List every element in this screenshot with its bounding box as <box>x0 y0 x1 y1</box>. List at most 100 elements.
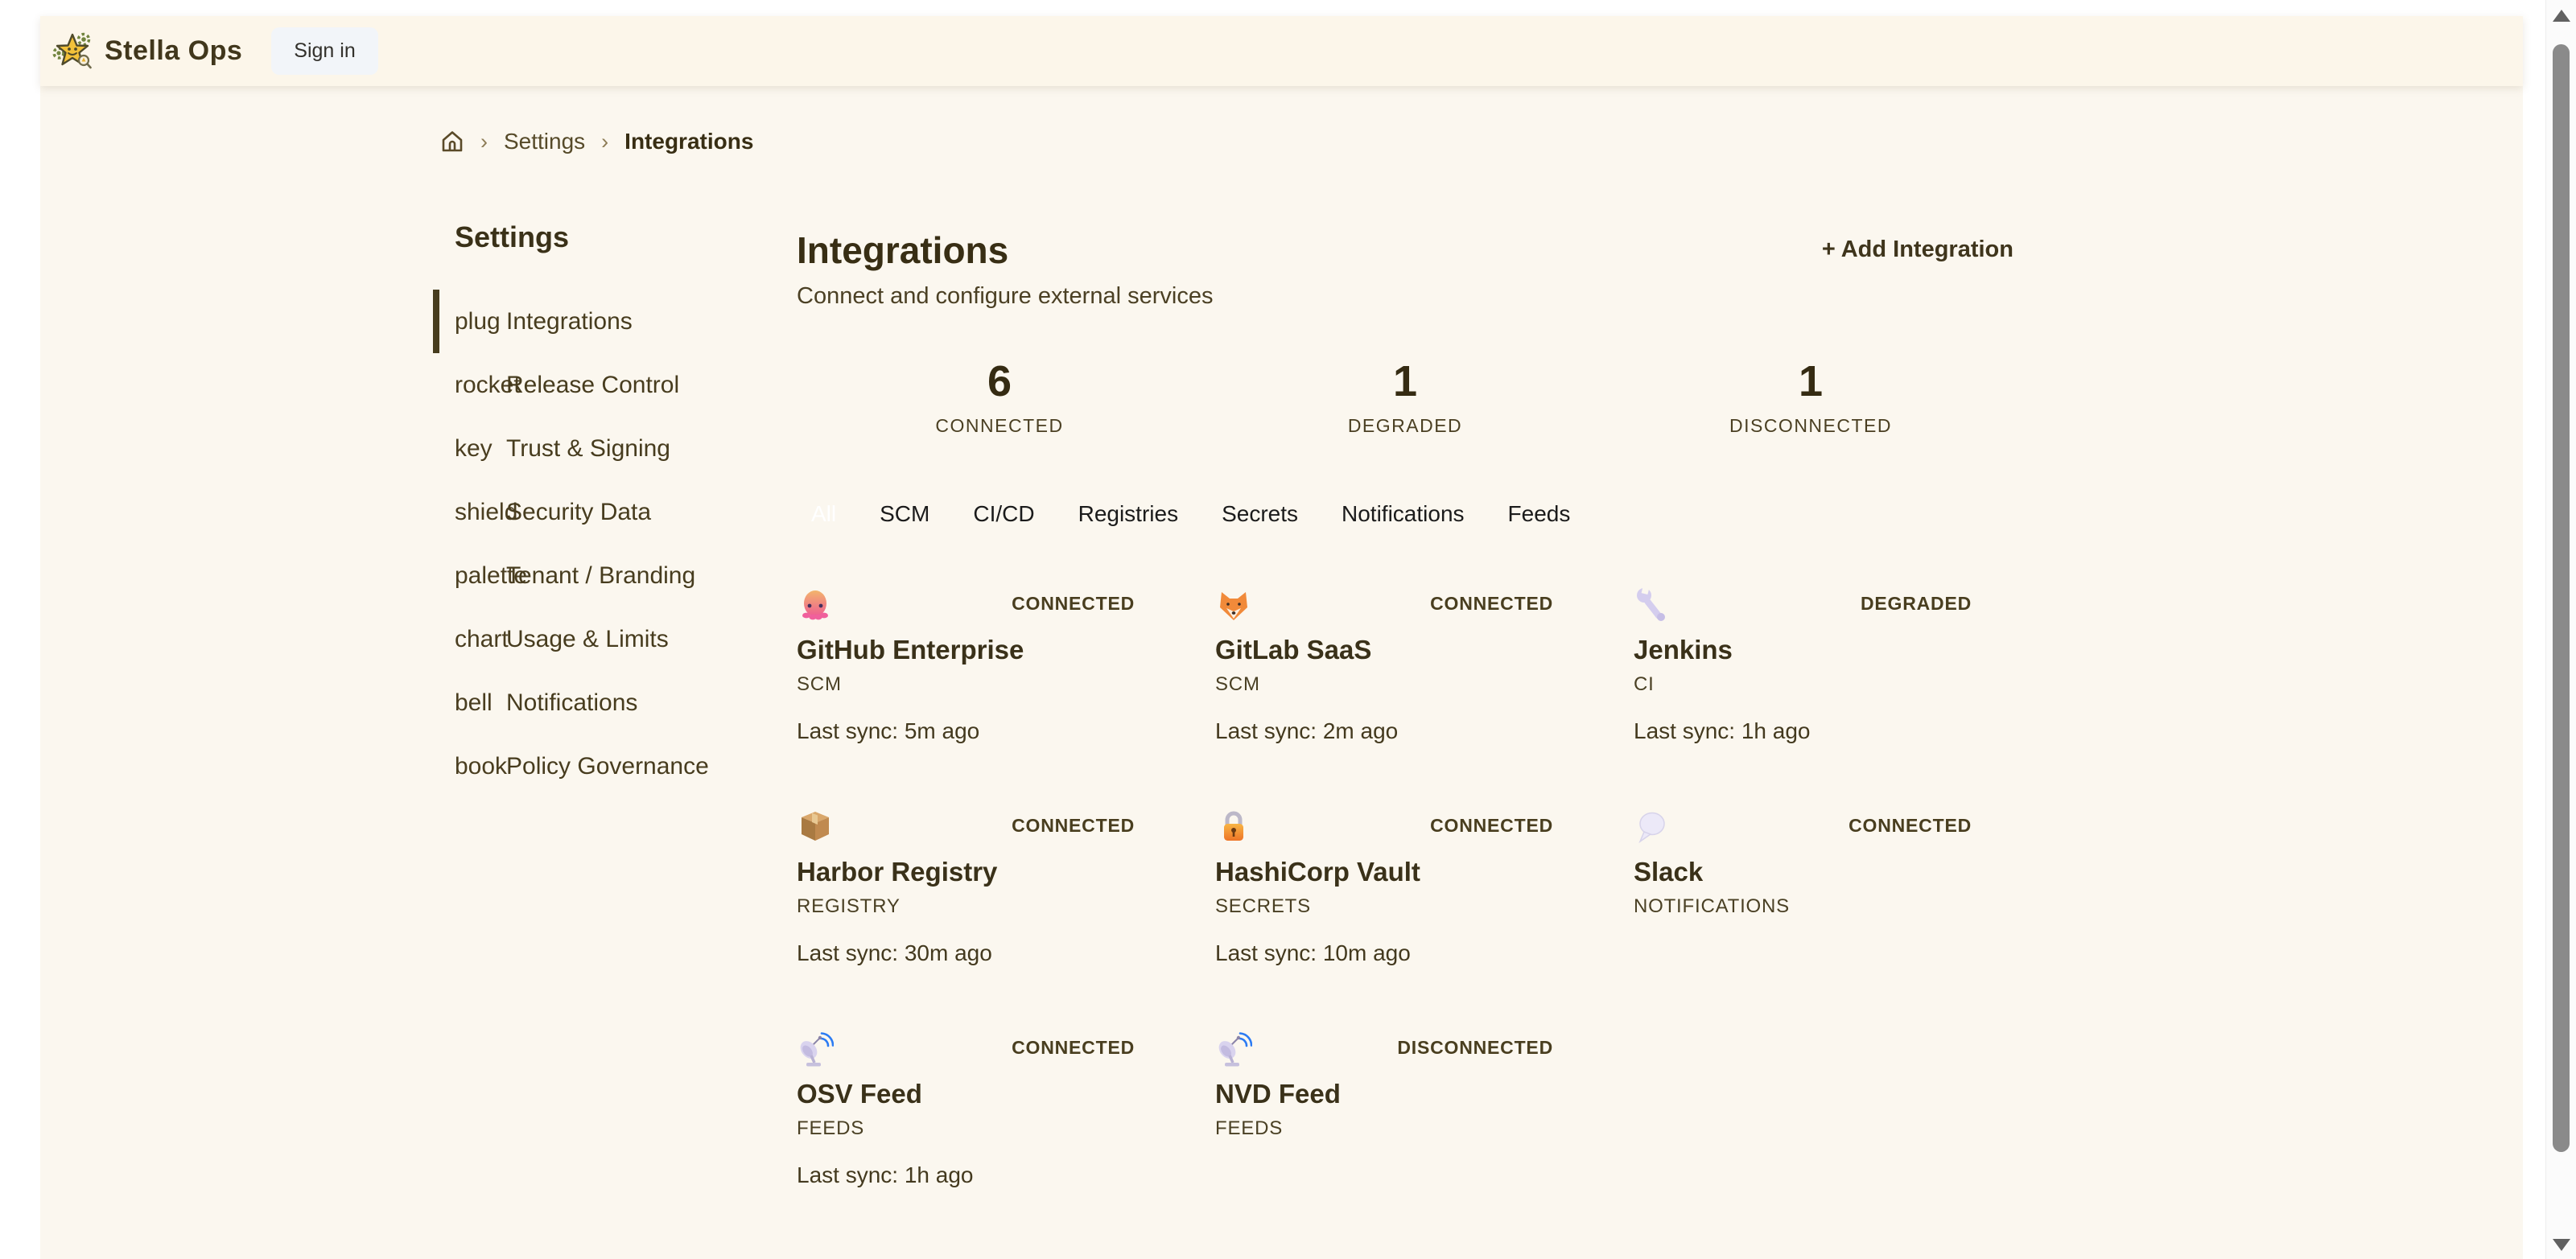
scrollbar-thumb[interactable] <box>2553 44 2570 1152</box>
tab-all[interactable]: All <box>811 501 836 527</box>
sidebar-item-label: Trust & Signing <box>506 435 670 463</box>
last-sync-text: Last sync: 10m ago <box>1215 940 1553 966</box>
integration-name: Jenkins <box>1634 635 1972 665</box>
breadcrumb: › Settings › Integrations <box>440 129 753 154</box>
integration-name: NVD Feed <box>1215 1079 1553 1109</box>
sidebar-item-notifications[interactable]: bell Notifications <box>455 671 769 734</box>
sidebar-item-label: Policy Governance <box>506 753 709 780</box>
status-badge: CONNECTED <box>1012 815 1135 837</box>
app-title: Stella Ops <box>105 35 242 67</box>
last-sync-text <box>1634 940 1972 965</box>
stat-value: 6 <box>797 358 1202 405</box>
integration-card-slack[interactable]: CONNECTED Slack NOTIFICATIONS <box>1634 808 1972 1000</box>
last-sync-text: Last sync: 2m ago <box>1215 718 1553 744</box>
stat-label: DISCONNECTED <box>1608 415 2013 437</box>
sidebar-item-trust-signing[interactable]: key Trust & Signing <box>455 417 769 480</box>
stat-degraded: 1 DEGRADED <box>1202 358 1608 437</box>
lock-emoji-icon <box>1215 808 1252 846</box>
tab-feeds[interactable]: Feeds <box>1508 501 1571 527</box>
integration-card-nvd-feed[interactable]: DISCONNECTED NVD Feed FEEDS <box>1215 1031 1553 1222</box>
vertical-scrollbar[interactable] <box>2545 0 2576 1259</box>
tab-cicd[interactable]: CI/CD <box>973 501 1034 527</box>
sidebar-item-security-data[interactable]: shield Security Data <box>455 480 769 544</box>
status-badge: CONNECTED <box>1012 1037 1135 1059</box>
last-sync-text: Last sync: 1h ago <box>797 1162 1135 1188</box>
star-mascot-logo-icon <box>52 31 93 72</box>
integration-card-osv-feed[interactable]: CONNECTED OSV Feed FEEDS Last sync: 1h a… <box>797 1031 1135 1222</box>
integration-card-gitlab-saas[interactable]: CONNECTED GitLab SaaS SCM Last sync: 2m … <box>1215 586 1553 778</box>
sidebar-item-label: Release Control <box>506 372 679 399</box>
status-badge: DEGRADED <box>1861 593 1972 615</box>
scroll-down-arrow-icon[interactable] <box>2553 1239 2570 1251</box>
bell-icon: bell <box>455 689 506 717</box>
integration-card-github-enterprise[interactable]: CONNECTED GitHub Enterprise SCM Last syn… <box>797 586 1135 778</box>
settings-sidebar: Settings plug Integrations rocket Releas… <box>455 220 769 798</box>
sidebar-item-label: Notifications <box>506 689 637 717</box>
wrench-emoji-icon <box>1634 586 1671 623</box>
satellite-emoji-icon <box>1215 1031 1252 1068</box>
satellite-emoji-icon <box>797 1031 834 1068</box>
book-icon: book <box>455 753 506 780</box>
breadcrumb-settings[interactable]: Settings <box>504 129 585 154</box>
sign-in-button[interactable]: Sign in <box>271 27 377 75</box>
sidebar-item-release-control[interactable]: rocket Release Control <box>455 353 769 417</box>
integration-card-harbor-registry[interactable]: CONNECTED Harbor Registry REGISTRY Last … <box>797 808 1135 1000</box>
sidebar-item-label: Usage & Limits <box>506 626 669 653</box>
speech-balloon-emoji-icon <box>1634 808 1671 846</box>
rocket-icon: rocket <box>455 372 506 399</box>
category-tabs: All SCM CI/CD Registries Secrets Notific… <box>797 501 2013 527</box>
integration-name: Harbor Registry <box>797 857 1135 887</box>
integration-card-jenkins[interactable]: DEGRADED Jenkins CI Last sync: 1h ago <box>1634 586 1972 778</box>
sidebar-item-label: Integrations <box>506 308 633 335</box>
package-emoji-icon <box>797 808 834 846</box>
add-integration-button[interactable]: + Add Integration <box>1822 237 2013 263</box>
stat-connected: 6 CONNECTED <box>797 358 1202 437</box>
last-sync-text: Last sync: 30m ago <box>797 940 1135 966</box>
scroll-up-arrow-icon[interactable] <box>2553 10 2570 22</box>
fox-emoji-icon <box>1215 586 1252 623</box>
stat-value: 1 <box>1608 358 2013 405</box>
status-summary: 6 CONNECTED 1 DEGRADED 1 DISCONNECTED <box>797 358 2013 437</box>
active-indicator-bar <box>433 290 439 353</box>
tab-scm[interactable]: SCM <box>880 501 929 527</box>
sidebar-title: Settings <box>455 220 769 254</box>
integration-name: Slack <box>1634 857 1972 887</box>
sidebar-item-label: Tenant / Branding <box>506 562 695 590</box>
tab-registries[interactable]: Registries <box>1078 501 1178 527</box>
stat-disconnected: 1 DISCONNECTED <box>1608 358 2013 437</box>
integration-name: OSV Feed <box>797 1079 1135 1109</box>
tab-notifications[interactable]: Notifications <box>1342 501 1465 527</box>
integration-name: GitHub Enterprise <box>797 635 1135 665</box>
integrations-main: Integrations + Add Integration Connect a… <box>797 217 2013 1222</box>
stat-label: DEGRADED <box>1202 415 1608 437</box>
palette-icon: palette <box>455 562 506 590</box>
sidebar-item-usage-limits[interactable]: chart Usage & Limits <box>455 607 769 671</box>
sidebar-item-label: Security Data <box>506 499 651 526</box>
sidebar-item-integrations[interactable]: plug Integrations <box>455 290 769 353</box>
breadcrumb-integrations: Integrations <box>624 129 753 154</box>
home-icon[interactable] <box>440 130 464 154</box>
last-sync-text: Last sync: 1h ago <box>1634 718 1972 744</box>
integration-type: SCM <box>797 673 1135 696</box>
page-subtitle: Connect and configure external services <box>797 283 2013 310</box>
integration-type: CI <box>1634 673 1972 696</box>
integration-name: GitLab SaaS <box>1215 635 1553 665</box>
sidebar-item-tenant-branding[interactable]: palette Tenant / Branding <box>455 544 769 607</box>
integration-name: HashiCorp Vault <box>1215 857 1553 887</box>
stat-label: CONNECTED <box>797 415 1202 437</box>
integration-card-hashicorp-vault[interactable]: CONNECTED HashiCorp Vault SECRETS Last s… <box>1215 808 1553 1000</box>
status-badge: CONNECTED <box>1430 815 1553 837</box>
octopus-emoji-icon <box>797 586 834 623</box>
sidebar-item-policy-governance[interactable]: book Policy Governance <box>455 734 769 798</box>
status-badge: CONNECTED <box>1849 815 1972 837</box>
integration-type: NOTIFICATIONS <box>1634 895 1972 918</box>
shield-icon: shield <box>455 499 506 526</box>
status-badge: DISCONNECTED <box>1397 1037 1553 1059</box>
integration-card-grid: CONNECTED GitHub Enterprise SCM Last syn… <box>797 586 2013 1222</box>
key-icon: key <box>455 435 506 463</box>
tab-secrets[interactable]: Secrets <box>1222 501 1298 527</box>
plug-icon: plug <box>455 308 506 335</box>
chart-icon: chart <box>455 626 506 653</box>
status-badge: CONNECTED <box>1012 593 1135 615</box>
app-viewport: Stella Ops Sign in › Settings › Integrat… <box>0 0 2576 1259</box>
